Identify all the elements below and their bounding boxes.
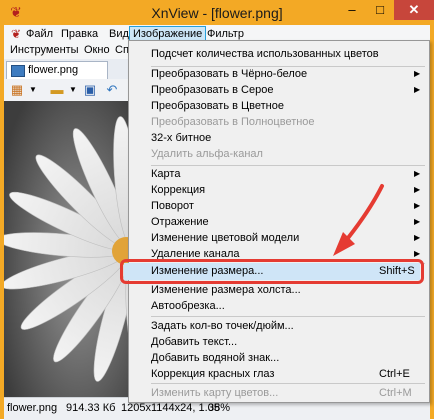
- annotation-arrow: [333, 184, 384, 256]
